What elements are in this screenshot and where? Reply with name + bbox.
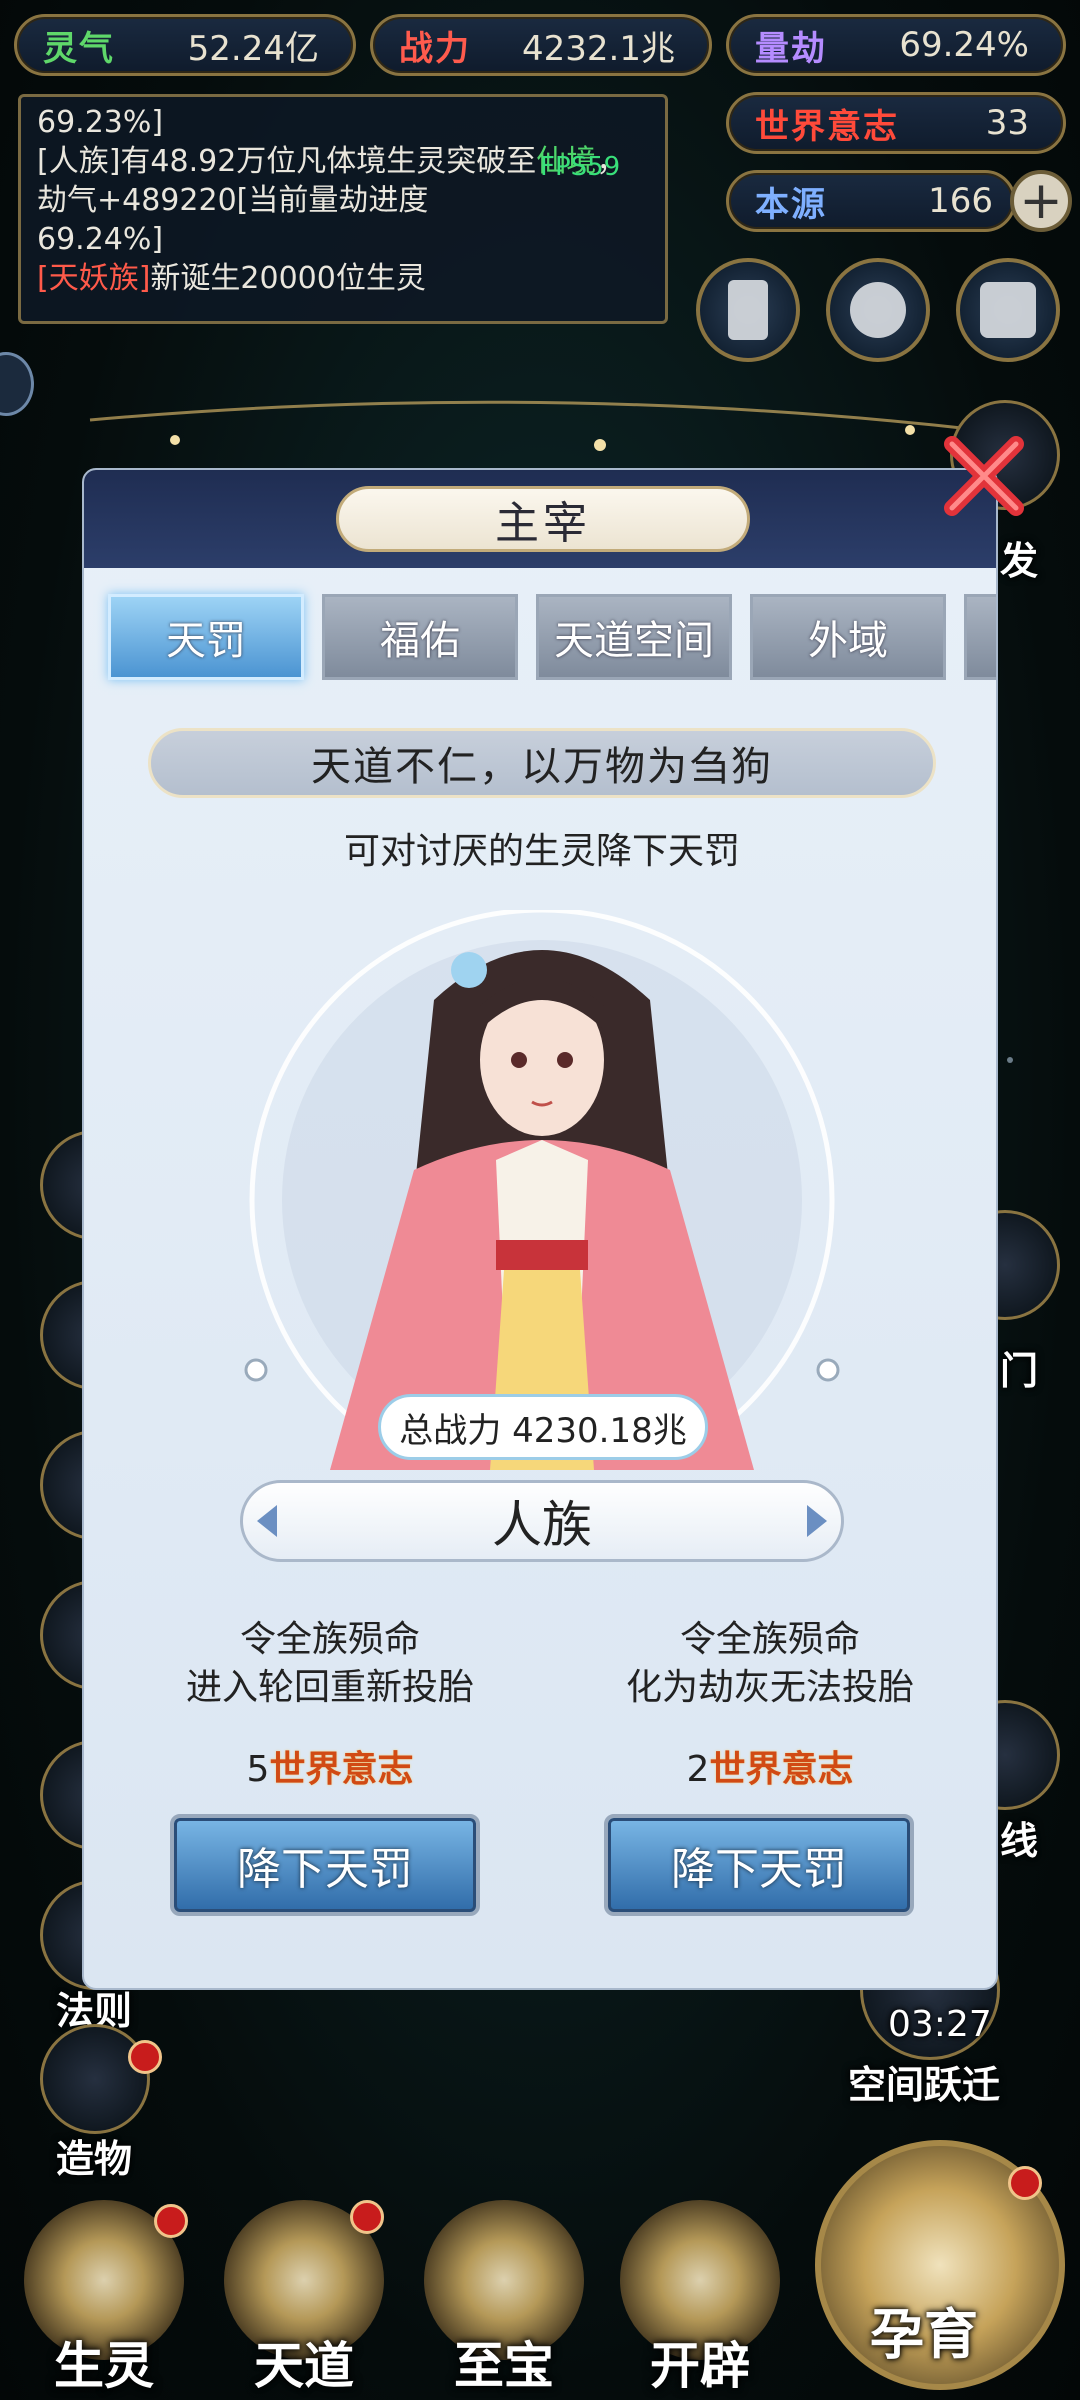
resource-label: 世界意志 (755, 106, 899, 147)
log-line: 69.24%] (37, 222, 164, 257)
nav-label: 天道 (254, 2336, 354, 2395)
tab-fuyou[interactable]: 福佑 (322, 594, 518, 680)
nav-label: 生灵 (54, 2336, 154, 2395)
side-label-right-fa: 发 (1000, 538, 1039, 583)
event-log: 69.23%] [人族]有48.92万位凡体境生灵突破至仙境，劫气+489220… (18, 94, 668, 324)
next-race-arrow-icon[interactable] (807, 1505, 827, 1537)
resource-liangjie: 量劫 69.24% (726, 14, 1066, 76)
add-benyuan-button[interactable]: + (1010, 170, 1072, 232)
resource-label: 本源 (755, 184, 827, 225)
resource-label: 灵气 (43, 28, 115, 69)
resource-value: 52.24亿 (187, 28, 319, 69)
nav-label-yunyu: 孕育 (870, 2302, 978, 2366)
space-jump-label: 空间跃迁 (848, 2062, 1001, 2107)
nav-shengling[interactable]: 生灵 (14, 2190, 194, 2400)
tab-bar: 天罚 福佑 天道空间 外域 (108, 594, 996, 682)
camera-icon (850, 282, 906, 338)
side-label-right-men: 门 (1000, 1348, 1039, 1393)
log-line: [天妖族]新诞生20000位生灵 (37, 259, 649, 298)
log-race-tag: [天妖族] (37, 261, 151, 296)
tab-tianfa[interactable]: 天罚 (108, 594, 304, 680)
notification-dot (1008, 2166, 1042, 2200)
camera-icon-button[interactable] (826, 258, 930, 362)
tab-more[interactable] (964, 594, 996, 680)
motto-banner: 天道不仁，以万物为刍狗 (148, 728, 936, 798)
nav-label: 开辟 (650, 2336, 750, 2395)
close-icon[interactable] (938, 430, 1030, 522)
option-left-text: 令全族殒命 进入轮回重新投胎 (130, 1616, 530, 1712)
resource-zhanli: 战力 4232.1兆 (370, 14, 712, 76)
side-label-zaowu: 造物 (56, 2136, 133, 2181)
card-icon (728, 280, 768, 340)
nav-kaipi[interactable]: 开辟 (610, 2190, 790, 2400)
option-line: 令全族殒命 (679, 1619, 860, 1660)
character-portrait (244, 910, 840, 1470)
race-name: 人族 (492, 1496, 592, 1554)
space-jump-timer: 03:27 (888, 2004, 992, 2045)
resource-benyuan: 本源 166 (726, 170, 1016, 232)
option-line: 令全族殒命 (239, 1619, 420, 1660)
nav-zhibao[interactable]: 至宝 (414, 2190, 594, 2400)
log-line: 69.23%] (37, 105, 164, 140)
log-text: [人族]有48.92万位凡体境生灵突破至 (37, 144, 537, 179)
race-selector[interactable]: 人族 (240, 1480, 844, 1562)
modal-title: 主宰 (495, 498, 591, 549)
resource-value: 69.24% (899, 25, 1029, 65)
resource-label: 战力 (399, 28, 471, 69)
option-right-cost: 2世界意志 (570, 1740, 970, 1792)
nav-tiandao[interactable]: 天道 (214, 2190, 394, 2400)
resource-value: 33 (985, 103, 1029, 143)
notification-dot (154, 2204, 188, 2238)
tab-waiyu[interactable]: 外域 (750, 594, 946, 680)
cost-amount: 2 (686, 1749, 710, 1790)
hammer-icon (980, 282, 1036, 338)
punish-annihilate-button[interactable]: 降下天罚 (604, 1814, 914, 1916)
log-text: 新诞生20000位生灵 (150, 261, 426, 296)
option-right-text: 令全族殒命 化为劫灰无法投胎 (570, 1616, 970, 1712)
modal-title-plate: 主宰 (336, 486, 750, 552)
side-button-zaowu[interactable] (40, 2024, 150, 2134)
option-line: 进入轮回重新投胎 (185, 1667, 474, 1708)
dominion-modal: 主宰 天罚 福佑 天道空间 外域 天道不仁，以万物为刍狗 可对讨厌的生灵降下天罚… (82, 468, 998, 1990)
prev-race-arrow-icon[interactable] (257, 1505, 277, 1537)
resource-lingqi: 灵气 52.24亿 (14, 14, 356, 76)
option-line: 化为劫灰无法投胎 (625, 1667, 914, 1708)
fps-counter: FPS59 (540, 152, 621, 182)
card-icon-button[interactable] (696, 258, 800, 362)
hammer-icon-button[interactable] (956, 258, 1060, 362)
resource-label: 量劫 (755, 28, 827, 69)
cost-unit: 世界意志 (269, 1748, 414, 1790)
total-power-label: 总战力 4230.18兆 (378, 1394, 708, 1460)
resource-shijie: 世界意志 33 (726, 92, 1066, 154)
tab-tiandao-space[interactable]: 天道空间 (536, 594, 732, 680)
notification-dot (350, 2200, 384, 2234)
punish-reincarnate-button[interactable]: 降下天罚 (170, 1814, 480, 1916)
nav-label: 至宝 (454, 2336, 554, 2395)
resource-value: 166 (928, 181, 993, 221)
side-label-right-xian: 线 (1000, 1818, 1039, 1863)
notification-dot (128, 2040, 162, 2074)
modal-description: 可对讨厌的生灵降下天罚 (343, 831, 740, 872)
resource-value: 4232.1兆 (522, 28, 675, 69)
option-left-cost: 5世界意志 (130, 1740, 530, 1792)
cost-amount: 5 (246, 1749, 270, 1790)
cost-unit: 世界意志 (709, 1748, 854, 1790)
